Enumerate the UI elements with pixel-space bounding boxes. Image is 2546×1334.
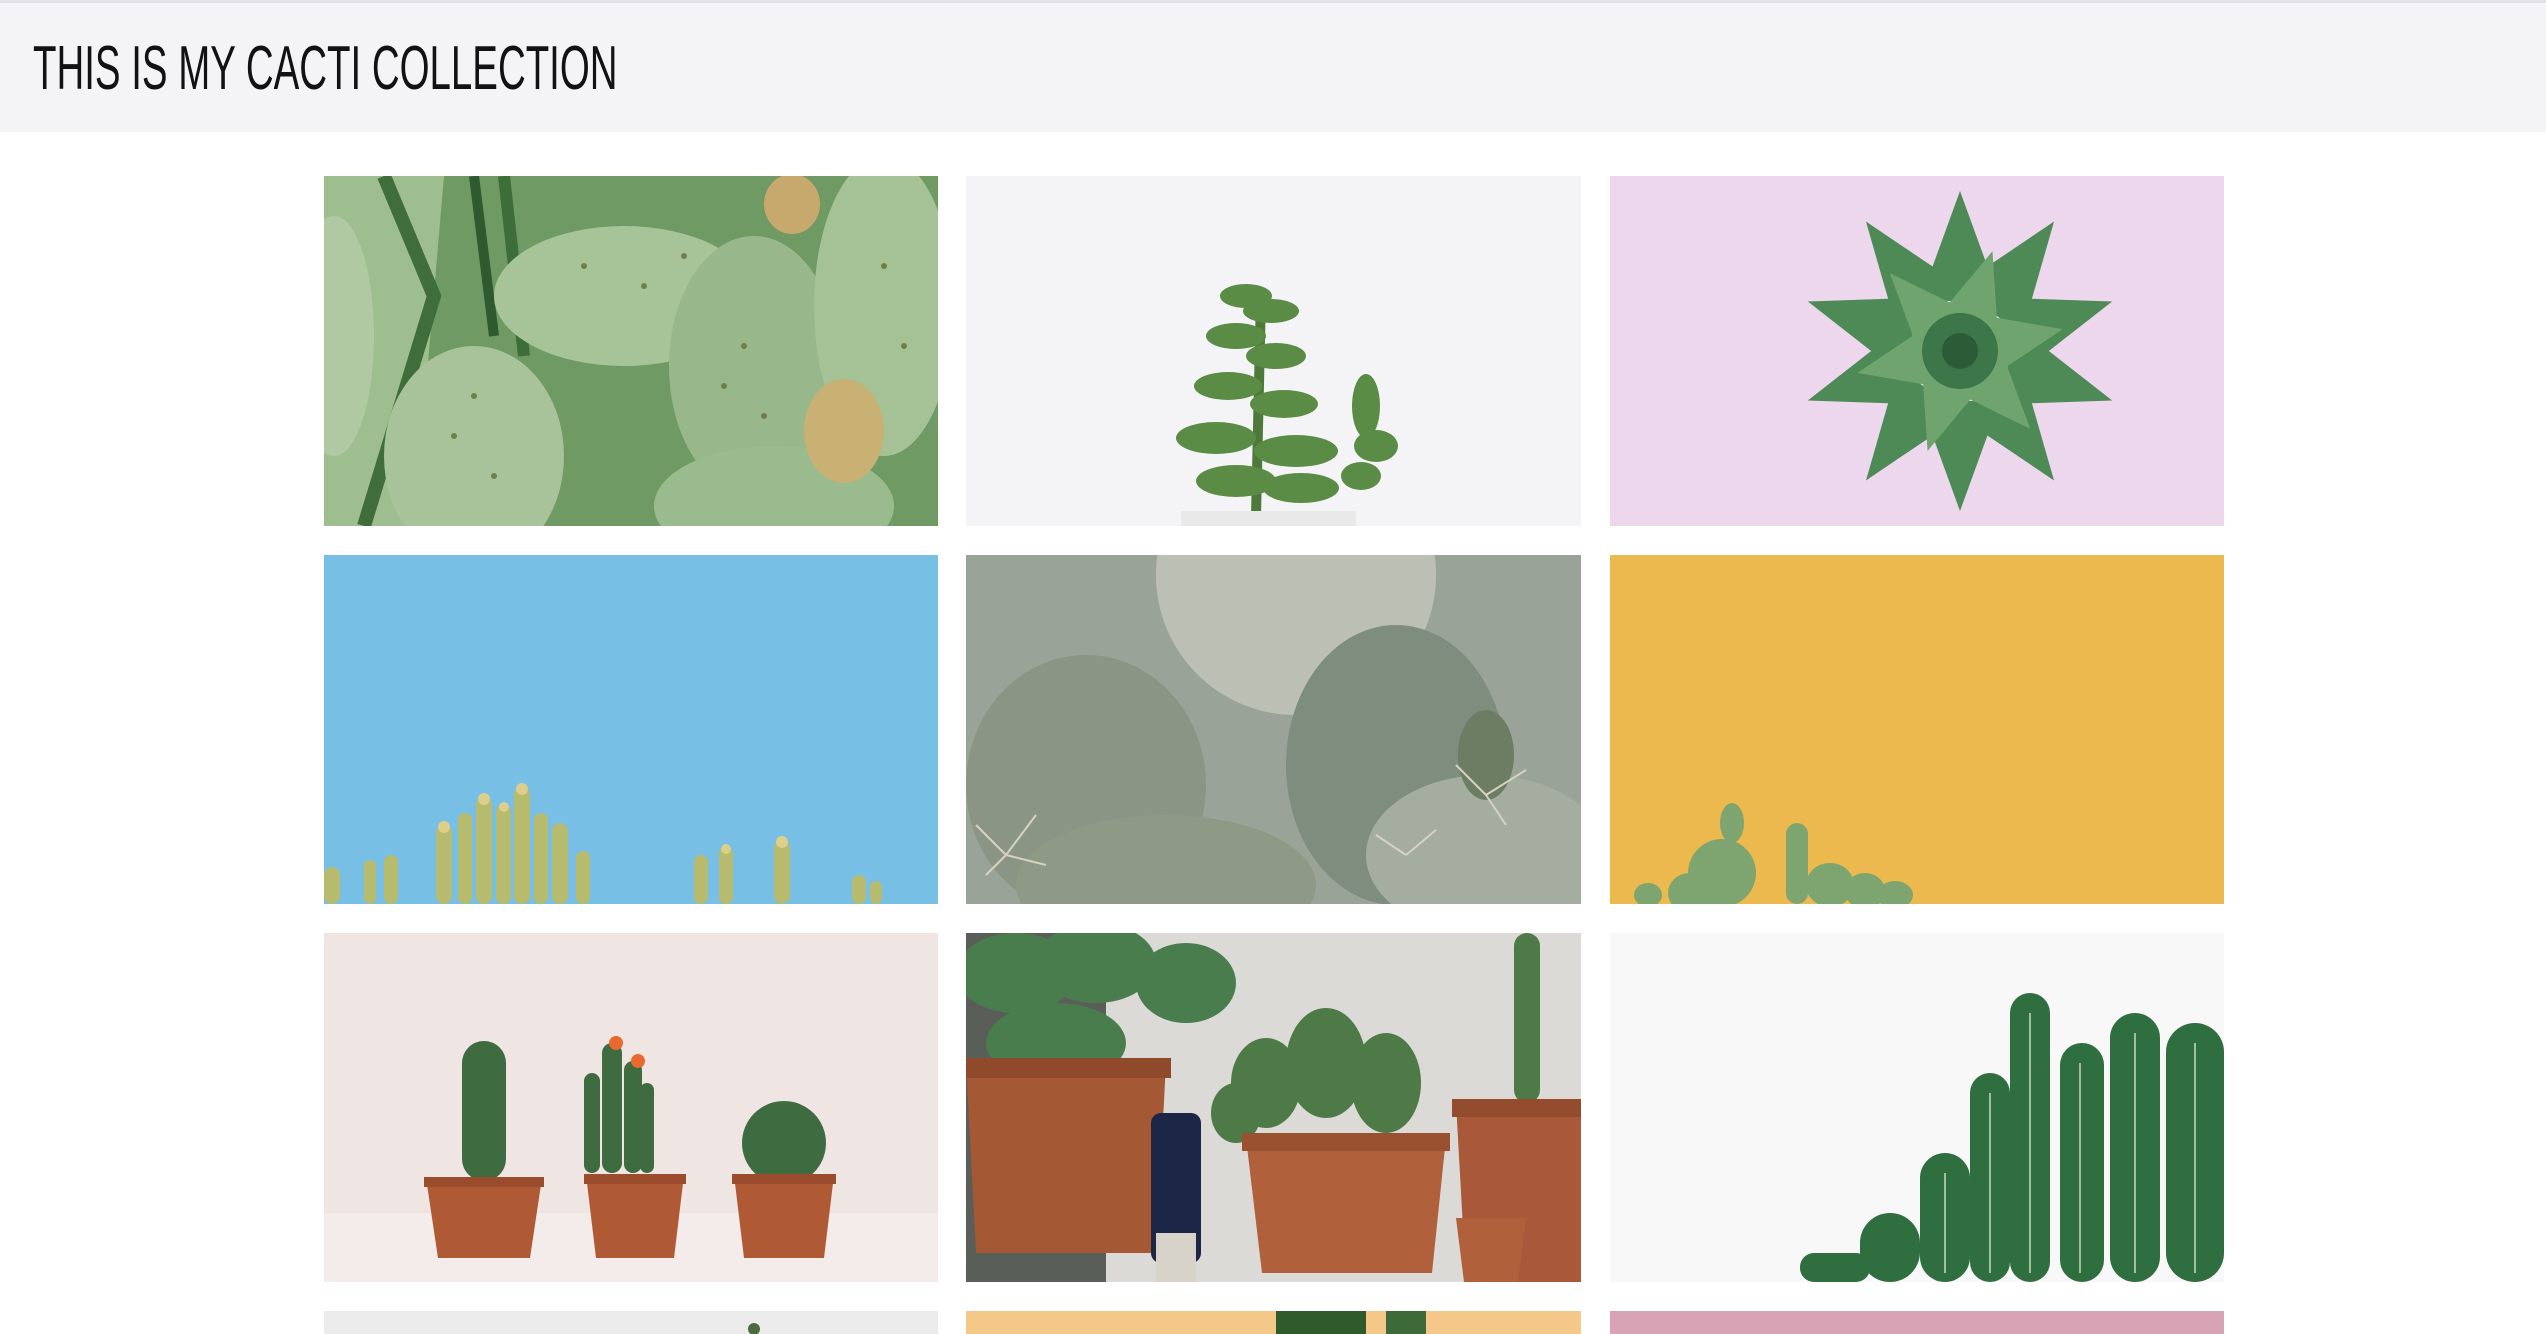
- gallery-tile-9[interactable]: [1610, 933, 2224, 1282]
- gallery-tile-12[interactable]: [1610, 1311, 2224, 1334]
- gallery-tile-1[interactable]: [324, 176, 938, 526]
- gallery-tile-6[interactable]: [1610, 555, 2224, 904]
- partial-tile-peach-photo: [966, 1311, 1581, 1334]
- gallery-tile-3[interactable]: [1610, 176, 2224, 526]
- three-potted-cacti-photo: [324, 933, 938, 1282]
- gallery-tile-4[interactable]: [324, 555, 938, 904]
- gallery-tile-2[interactable]: [966, 176, 1581, 526]
- terracotta-pots-shelf-photo: [966, 933, 1581, 1282]
- succulent-white-background-photo: [966, 176, 1581, 526]
- image-gallery: [0, 0, 2546, 1334]
- gallery-tile-7[interactable]: [324, 933, 938, 1282]
- hazy-prickly-pear-photo: [966, 555, 1581, 904]
- partial-tile-grey-photo: [324, 1311, 938, 1334]
- gallery-tile-11[interactable]: [966, 1311, 1581, 1334]
- echeveria-rosette-pink-photo: [1610, 176, 2224, 526]
- gallery-tile-10[interactable]: [324, 1311, 938, 1334]
- page-title: THIS IS MY CACTI COLLECTION: [33, 34, 618, 103]
- cactus-tops-blue-sky-photo: [324, 555, 938, 904]
- green-cactus-white-background-photo: [1610, 933, 2224, 1282]
- prickly-pear-pads-photo: [324, 176, 938, 526]
- partial-tile-pink-photo: [1610, 1311, 2224, 1334]
- gallery-tile-5[interactable]: [966, 555, 1581, 904]
- cactus-yellow-background-photo: [1610, 555, 2224, 904]
- page-header: THIS IS MY CACTI COLLECTION: [0, 0, 2546, 132]
- gallery-tile-8[interactable]: [966, 933, 1581, 1282]
